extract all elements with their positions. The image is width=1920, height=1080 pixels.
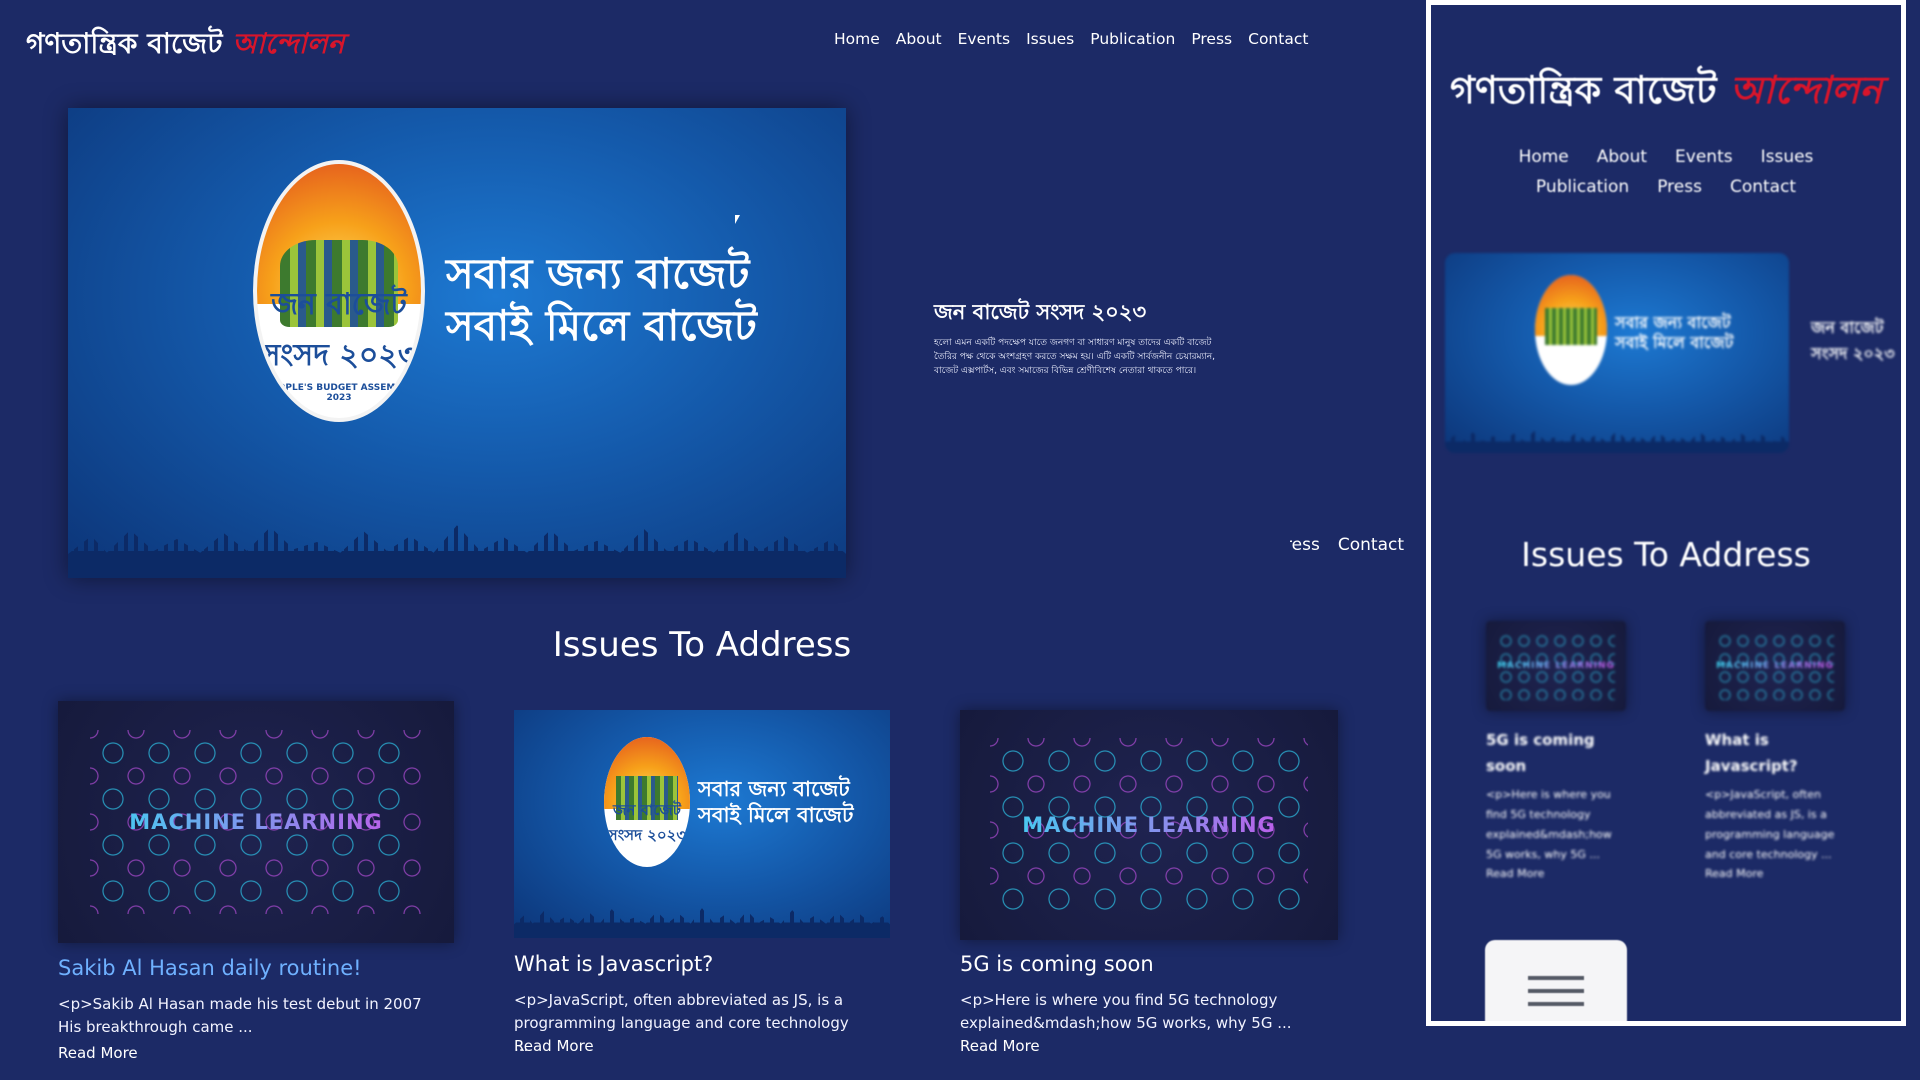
mobile-nav: Home About Events Issues Publication Pre… — [1461, 147, 1871, 197]
hero-tagline: সবার জন্য বাজেট সবাই মিলে বাজেট — [446, 248, 757, 352]
issue-card[interactable]: MACHINE LEARNING — [960, 710, 1338, 940]
nav-press[interactable]: Press — [1191, 30, 1232, 48]
forest-silhouette — [1445, 430, 1789, 453]
hero-tagline-line2: সবাই মিলে বাজেট — [446, 301, 757, 350]
hamburger-menu-icon — [1528, 976, 1584, 1006]
thumbnail-label: MACHINE LEARNING — [58, 810, 454, 834]
mobile-card-thumbnail[interactable]: MACHINE LEARNING — [1486, 621, 1626, 711]
thumbnail-label: MACHINE LEARNING — [1486, 661, 1626, 671]
mobile-issue-card[interactable]: MACHINE LEARNING 5G is coming soon <p>He… — [1486, 621, 1626, 880]
mobile-site-logo[interactable]: গণতান্ত্রিক বাজেট আন্দোলন — [1431, 61, 1901, 125]
mobile-logo-text-white: গণতান্ত্রিক বাজেট — [1450, 68, 1717, 112]
page: গণতান্ত্রিক বাজেট আন্দোলন Home About Eve… — [0, 0, 1920, 1080]
nav-contact[interactable]: Contact — [1248, 30, 1308, 48]
forest-silhouette — [514, 908, 890, 938]
budget-assembly-emblem: জন বাজেট সংসদ ২০২৩ — [604, 737, 690, 867]
overflow-nav: Contact Press — [1290, 535, 1404, 555]
mobile-hero-tagline-line2: সবাই মিলে বাজেট — [1615, 333, 1734, 352]
side-title: জন বাজেট সংসদ ২০২৩ — [934, 300, 1147, 324]
budget-assembly-emblem — [1535, 275, 1607, 385]
nav-about[interactable]: About — [896, 30, 942, 48]
side-description: হলো এমন একটি পদক্ষেপ যাতে জনগণ বা সাধারণ… — [934, 338, 1215, 376]
mouse-cursor — [735, 215, 740, 224]
thumbnail-tagline-line1: সবার জন্য বাজেট — [698, 777, 850, 801]
card-excerpt: <p>Sakib Al Hasan made his test debut in… — [58, 995, 422, 1036]
mobile-nav-events[interactable]: Events — [1675, 147, 1733, 167]
overflow-nav-contact[interactable]: Contact — [1338, 535, 1404, 555]
card-title-link[interactable]: Sakib Al Hasan daily routine! — [58, 956, 362, 980]
mobile-read-more-link[interactable]: Read More — [1705, 867, 1845, 880]
logo-text-red: আন্দোলন — [232, 27, 345, 60]
read-more-link[interactable]: Read More — [514, 1037, 594, 1055]
mobile-issues-section-title: Issues To Address — [1521, 535, 1811, 574]
thumbnail-tagline: সবার জন্য বাজেট সবাই মিলে বাজেট — [698, 776, 853, 828]
mobile-side-title: জন বাজেট সংসদ ২০২৩ — [1811, 318, 1895, 363]
forest-silhouette — [68, 525, 846, 578]
site-logo[interactable]: গণতান্ত্রিক বাজেট আন্দোলন — [26, 22, 344, 69]
issue-card[interactable]: MACHINE LEARNING — [58, 701, 454, 943]
card-title-link[interactable]: What is Javascript? — [514, 952, 713, 976]
mobile-nav-publication[interactable]: Publication — [1536, 177, 1629, 197]
mobile-preview-screen[interactable]: গণতান্ত্রিক বাজেট আন্দোলন Home About Eve… — [1431, 5, 1901, 1021]
thumbnail-label: MACHINE LEARNING — [1705, 661, 1845, 671]
read-more-link[interactable]: Read More — [58, 1044, 138, 1062]
main-nav: Home About Events Issues Publication Pre… — [834, 30, 1308, 48]
mobile-nav-issues[interactable]: Issues — [1761, 147, 1814, 167]
issues-section-title: Issues To Address — [552, 625, 852, 665]
mobile-nav-press[interactable]: Press — [1657, 177, 1702, 197]
mobile-menu-button[interactable] — [1485, 940, 1627, 1021]
card-thumbnail[interactable]: জন বাজেট সংসদ ২০২৩ সবার জন্য বাজেট সবাই … — [514, 710, 890, 938]
mobile-nav-home[interactable]: Home — [1519, 147, 1569, 167]
emblem-subtext: PEOPLE'S BUDGET ASSEMBLY 2023 — [264, 382, 414, 403]
hero-tagline-line1: সবার জন্য বাজেট — [446, 249, 750, 298]
issue-card[interactable]: জন বাজেট সংসদ ২০২৩ সবার জন্য বাজেট সবাই … — [514, 710, 890, 938]
nav-events[interactable]: Events — [958, 30, 1010, 48]
emblem-people — [1545, 308, 1597, 346]
mobile-logo-text-red: আন্দোলন — [1729, 68, 1882, 112]
mobile-card-excerpt: <p>JavaScript, often abbreviated as JS, … — [1705, 788, 1835, 861]
overflow-nav-press[interactable]: Press — [1290, 535, 1320, 555]
nav-home[interactable]: Home — [834, 30, 880, 48]
mobile-card-thumbnail[interactable]: MACHINE LEARNING — [1705, 621, 1845, 711]
hero-banner: জন বাজেট সংসদ ২০২৩ PEOPLE'S BUDGET ASSEM… — [68, 108, 846, 578]
card-title-link[interactable]: 5G is coming soon — [960, 952, 1154, 976]
mobile-card-title[interactable]: What is Javascript? — [1705, 727, 1845, 779]
mobile-hero-tagline: সবার জন্য বাজেট সবাই মিলে বাজেট — [1615, 313, 1733, 353]
budget-assembly-emblem: জন বাজেট সংসদ ২০২৩ PEOPLE'S BUDGET ASSEM… — [253, 160, 425, 422]
mobile-card-title[interactable]: 5G is coming soon — [1486, 727, 1626, 779]
card-thumbnail[interactable]: MACHINE LEARNING — [58, 701, 454, 943]
nav-issues[interactable]: Issues — [1026, 30, 1074, 48]
emblem-text: জন বাজেট সংসদ ২০২৩ — [260, 287, 418, 374]
read-more-link[interactable]: Read More — [960, 1037, 1040, 1055]
mobile-hero-banner: সবার জন্য বাজেট সবাই মিলে বাজেট — [1445, 253, 1789, 453]
card-excerpt: <p>Here is where you find 5G technology … — [960, 991, 1292, 1032]
logo-text-white: গণতান্ত্রিক বাজেট — [26, 27, 223, 60]
mobile-read-more-link[interactable]: Read More — [1486, 867, 1626, 880]
mobile-preview-frame: গণতান্ত্রিক বাজেট আন্দোলন Home About Eve… — [1426, 0, 1906, 1026]
nav-publication[interactable]: Publication — [1090, 30, 1175, 48]
mobile-hero-tagline-line1: সবার জন্য বাজেট — [1615, 313, 1731, 332]
mobile-nav-about[interactable]: About — [1597, 147, 1647, 167]
card-thumbnail[interactable]: MACHINE LEARNING — [960, 710, 1338, 940]
mobile-nav-contact[interactable]: Contact — [1730, 177, 1796, 197]
thumbnail-tagline-line2: সবাই মিলে বাজেট — [698, 803, 854, 827]
mobile-card-excerpt: <p>Here is where you find 5G technology … — [1486, 788, 1612, 861]
thumbnail-label: MACHINE LEARNING — [960, 813, 1338, 837]
emblem-text: জন বাজেট সংসদ ২০২৩ — [607, 800, 687, 844]
mobile-issue-card[interactable]: MACHINE LEARNING What is Javascript? <p>… — [1705, 621, 1845, 880]
